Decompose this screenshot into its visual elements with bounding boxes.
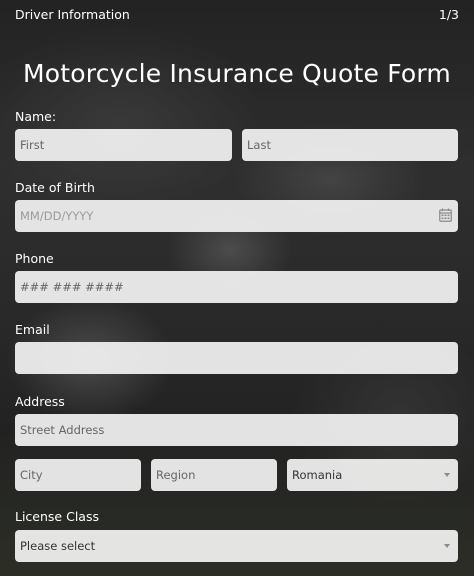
dob-yyyy: YYYY	[65, 209, 94, 223]
first-name-input[interactable]: First	[15, 129, 232, 161]
country-value: Romania	[292, 468, 343, 482]
last-name-input[interactable]: Last	[242, 129, 458, 161]
calendar-icon[interactable]	[439, 208, 452, 222]
country-select[interactable]: Romania	[287, 459, 458, 491]
email-label: Email	[15, 322, 50, 337]
chevron-down-icon	[444, 544, 450, 548]
email-input[interactable]	[15, 342, 458, 374]
license-class-select[interactable]: Please select	[15, 530, 458, 562]
license-class-label: License Class	[15, 509, 99, 524]
phone-input[interactable]: ### ### ####	[15, 271, 458, 303]
dob-label: Date of Birth	[15, 180, 95, 195]
phone-placeholder: ### ### ####	[20, 280, 124, 294]
city-placeholder: City	[20, 468, 43, 482]
street-address-placeholder: Street Address	[20, 423, 105, 437]
top-bar: Driver Information 1/3	[15, 7, 459, 25]
phone-label: Phone	[15, 251, 54, 266]
dob-mm: MM	[20, 209, 40, 223]
dob-dd: DD	[43, 209, 62, 223]
region-input[interactable]: Region	[151, 459, 277, 491]
dob-input[interactable]: MM/DD/YYYY	[15, 200, 458, 232]
region-placeholder: Region	[156, 468, 196, 482]
name-label: Name:	[15, 109, 57, 124]
section-title: Driver Information	[15, 7, 130, 22]
page-indicator: 1/3	[438, 7, 459, 22]
license-class-placeholder: Please select	[20, 539, 96, 553]
address-label: Address	[15, 394, 65, 409]
form-title: Motorcycle Insurance Quote Form	[23, 59, 451, 88]
city-input[interactable]: City	[15, 459, 141, 491]
street-address-input[interactable]: Street Address	[15, 414, 458, 446]
chevron-down-icon	[444, 473, 450, 477]
last-name-placeholder: Last	[247, 138, 271, 152]
first-name-placeholder: First	[20, 138, 45, 152]
